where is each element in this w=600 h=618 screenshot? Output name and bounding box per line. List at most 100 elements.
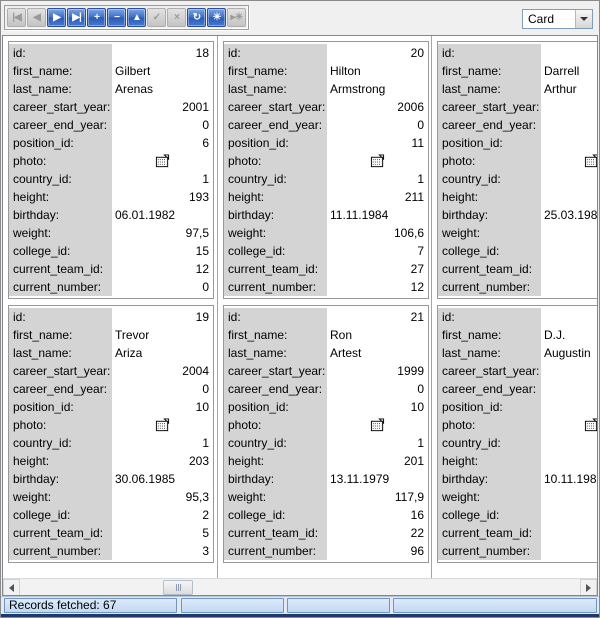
field-value[interactable]: 10 [327, 398, 428, 416]
view-mode-combobox[interactable]: Card [522, 9, 593, 29]
field-value[interactable]: Arthur [541, 80, 597, 98]
field-value[interactable]: 30.06.1985 [112, 470, 213, 488]
combobox-dropdown-button[interactable] [575, 10, 592, 28]
delete-record-button[interactable]: − [107, 8, 126, 27]
field-value[interactable] [541, 242, 597, 260]
field-value[interactable]: 6 [112, 134, 213, 152]
field-value[interactable] [541, 224, 597, 242]
next-record-button[interactable]: ▶ [47, 8, 66, 27]
field-value[interactable]: 22 [327, 524, 428, 542]
field-value[interactable] [541, 434, 597, 452]
field-value[interactable]: 3 [112, 542, 213, 560]
field-value[interactable]: 211 [327, 188, 428, 206]
field-value[interactable] [541, 152, 597, 170]
scroll-right-button[interactable] [580, 579, 597, 596]
field-value[interactable]: 201 [327, 452, 428, 470]
field-value[interactable]: 96 [327, 542, 428, 560]
blob-photo-icon[interactable] [370, 418, 385, 433]
field-value[interactable]: Augustin [541, 344, 597, 362]
field-value[interactable]: 1 [112, 170, 213, 188]
field-value[interactable]: 16 [327, 506, 428, 524]
insert-record-button[interactable]: + [87, 8, 106, 27]
field-value[interactable]: 11.11.1984 [327, 206, 428, 224]
field-value[interactable]: 5 [112, 524, 213, 542]
field-value[interactable]: 2004 [112, 362, 213, 380]
field-value[interactable] [541, 278, 597, 296]
field-value[interactable]: 11 [327, 134, 428, 152]
field-value[interactable]: 1999 [327, 362, 428, 380]
blob-photo-icon[interactable] [155, 418, 170, 433]
field-value[interactable]: 10.11.198 [541, 470, 597, 488]
field-value[interactable]: 0 [112, 380, 213, 398]
field-value[interactable]: 0 [327, 116, 428, 134]
field-value[interactable]: Darrell [541, 62, 597, 80]
filter-button[interactable]: ☀ [207, 8, 226, 27]
field-value[interactable]: 1 [327, 434, 428, 452]
field-value[interactable] [541, 98, 597, 116]
field-value[interactable]: 13.11.1979 [327, 470, 428, 488]
field-value[interactable]: 12 [327, 278, 428, 296]
field-value[interactable] [541, 506, 597, 524]
field-value[interactable] [541, 116, 597, 134]
edit-record-button[interactable]: ▲ [127, 8, 146, 27]
field-value[interactable] [541, 398, 597, 416]
field-value[interactable]: 0 [327, 380, 428, 398]
field-value[interactable]: 2 [112, 506, 213, 524]
field-value[interactable]: Gilbert [112, 62, 213, 80]
field-value[interactable]: 21 [327, 308, 428, 326]
field-value[interactable] [541, 362, 597, 380]
field-value[interactable]: 1 [327, 170, 428, 188]
horizontal-scrollbar[interactable] [3, 578, 597, 595]
field-value[interactable]: Armstrong [327, 80, 428, 98]
field-value[interactable]: 0 [112, 116, 213, 134]
field-value[interactable] [541, 452, 597, 470]
field-value[interactable]: 7 [327, 242, 428, 260]
scrollbar-thumb[interactable] [163, 580, 193, 595]
field-value[interactable] [327, 416, 428, 434]
field-value[interactable]: 97,5 [112, 224, 213, 242]
field-value[interactable]: 27 [327, 260, 428, 278]
blob-photo-icon[interactable] [584, 154, 597, 169]
field-value[interactable] [541, 488, 597, 506]
field-value[interactable] [541, 416, 597, 434]
field-value[interactable] [541, 44, 597, 62]
refresh-button[interactable]: ↻ [187, 8, 206, 27]
field-value[interactable] [541, 134, 597, 152]
field-value[interactable]: 12 [112, 260, 213, 278]
field-value[interactable]: Hilton [327, 62, 428, 80]
field-value[interactable]: D.J. [541, 326, 597, 344]
field-value[interactable]: 19 [112, 308, 213, 326]
field-value[interactable]: Artest [327, 344, 428, 362]
blob-photo-icon[interactable] [370, 154, 385, 169]
field-value[interactable]: 95,3 [112, 488, 213, 506]
field-value[interactable]: 15 [112, 242, 213, 260]
field-value[interactable] [112, 152, 213, 170]
field-value[interactable] [541, 542, 597, 560]
field-value[interactable]: 0 [112, 278, 213, 296]
field-value[interactable]: 193 [112, 188, 213, 206]
scroll-left-button[interactable] [3, 579, 20, 596]
field-value[interactable]: 2006 [327, 98, 428, 116]
field-value[interactable]: 18 [112, 44, 213, 62]
field-value[interactable]: 2001 [112, 98, 213, 116]
field-value[interactable]: Trevor [112, 326, 213, 344]
field-value[interactable]: Arenas [112, 80, 213, 98]
field-value[interactable] [541, 188, 597, 206]
field-value[interactable] [541, 170, 597, 188]
field-value[interactable]: 10 [112, 398, 213, 416]
field-value[interactable]: 25.03.198 [541, 206, 597, 224]
field-value[interactable]: 106,6 [327, 224, 428, 242]
blob-photo-icon[interactable] [584, 418, 597, 433]
field-value[interactable]: 20 [327, 44, 428, 62]
field-value[interactable] [112, 416, 213, 434]
field-value[interactable]: 1 [112, 434, 213, 452]
field-value[interactable]: 117,9 [327, 488, 428, 506]
field-value[interactable]: 203 [112, 452, 213, 470]
field-value[interactable]: Ron [327, 326, 428, 344]
field-value[interactable] [541, 524, 597, 542]
field-value[interactable] [541, 260, 597, 278]
blob-photo-icon[interactable] [155, 154, 170, 169]
field-value[interactable] [541, 308, 597, 326]
field-value[interactable] [327, 152, 428, 170]
field-value[interactable] [541, 380, 597, 398]
